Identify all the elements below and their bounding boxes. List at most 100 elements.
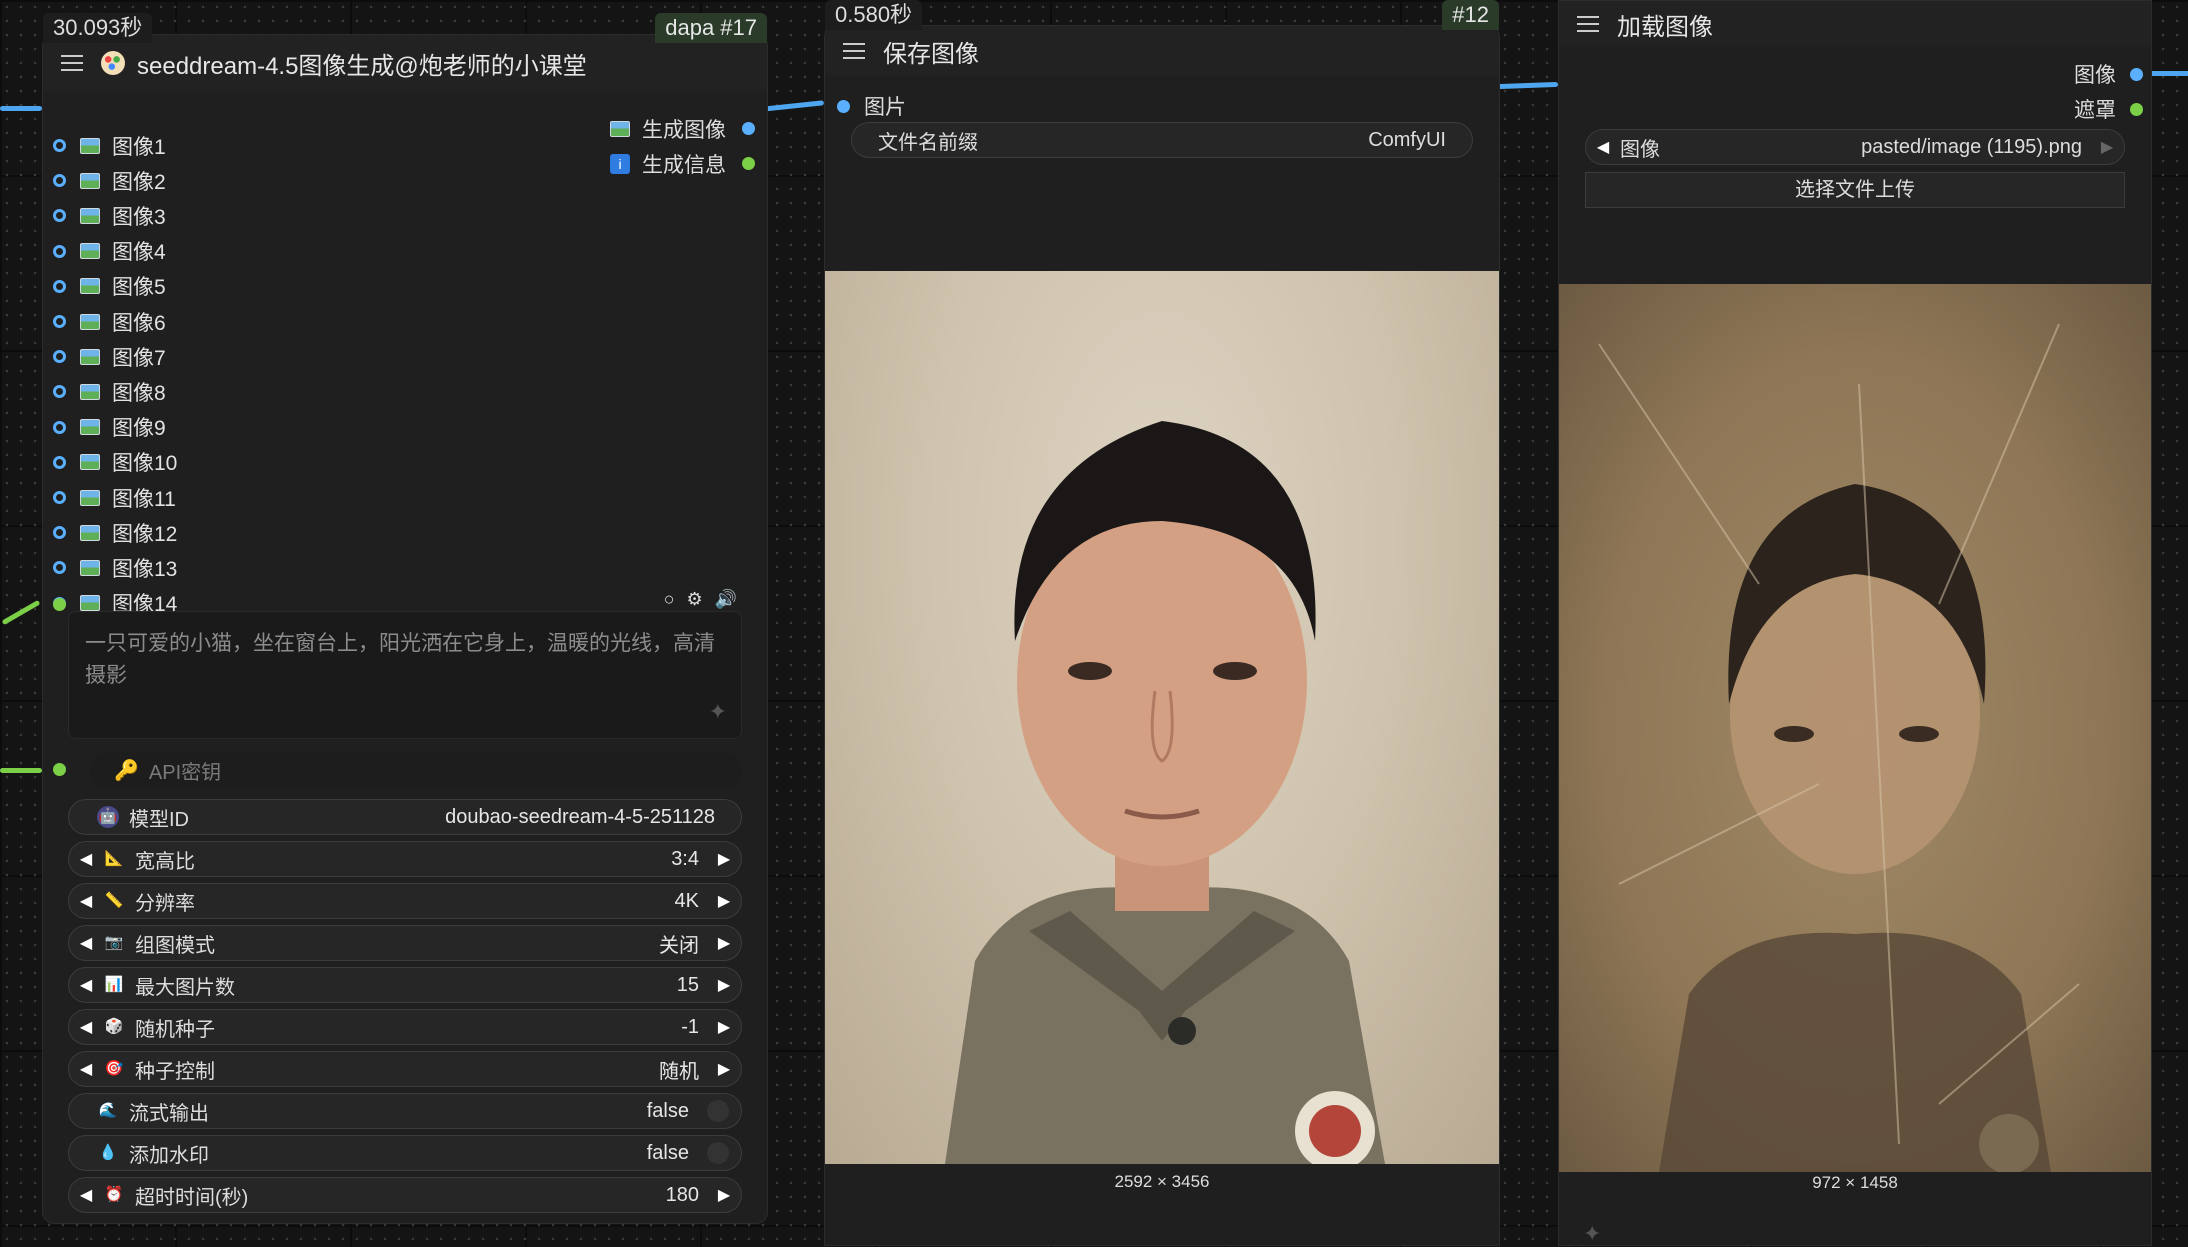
input-image-5[interactable]: 图像5 xyxy=(53,269,166,304)
api-key-socket[interactable] xyxy=(53,763,66,776)
input-image-7[interactable]: 图像7 xyxy=(53,339,166,374)
input-socket[interactable] xyxy=(837,99,850,113)
next-arrow-icon[interactable]: ▶ xyxy=(707,891,741,911)
execution-time-badge: 30.093秒 xyxy=(43,13,153,43)
input-label: 图像3 xyxy=(112,205,166,229)
prev-arrow-icon[interactable]: ◀ xyxy=(69,975,103,995)
output-image[interactable]: 图像 xyxy=(2074,59,2143,89)
widget-value: 关闭 xyxy=(659,934,699,957)
input-image-9[interactable]: 图像9 xyxy=(53,410,166,445)
filename-prefix-field[interactable]: 文件名前缀 ComfyUI xyxy=(851,122,1473,158)
image-file-select[interactable]: ◀ 图像 pasted/image (1195).png ▶ xyxy=(1585,129,2125,165)
next-arrow-icon[interactable]: ▶ xyxy=(707,1017,741,1037)
input-socket[interactable] xyxy=(53,174,66,188)
input-image-4[interactable]: 图像4 xyxy=(53,234,166,269)
input-label: 图像6 xyxy=(112,311,166,335)
input-image-3[interactable]: 图像3 xyxy=(53,198,166,233)
prompt-input-socket[interactable] xyxy=(53,598,66,611)
widget-triangle-ruler[interactable]: ◀ 📐 宽高比 3:4 ▶ xyxy=(68,841,742,877)
menu-icon[interactable] xyxy=(61,55,83,71)
input-image-1[interactable]: 图像1 xyxy=(53,128,166,163)
output-socket[interactable] xyxy=(2130,102,2143,116)
output-generated-image[interactable]: 生成图像 xyxy=(610,111,755,146)
prompt-textarea[interactable]: 一只可爱的小猫，坐在窗台上，阳光洒在它身上，温暖的光线，高清摄影 ✦ xyxy=(68,611,742,739)
output-socket[interactable] xyxy=(742,157,755,170)
input-socket[interactable] xyxy=(53,526,66,540)
input-socket[interactable] xyxy=(53,315,66,328)
widget-droplet[interactable]: 💧 添加水印 false xyxy=(68,1135,742,1171)
widget-dice[interactable]: ◀ 🎲 随机种子 -1 ▶ xyxy=(68,1009,742,1045)
widget-bar-chart[interactable]: ◀ 📊 最大图片数 15 ▶ xyxy=(68,967,742,1003)
sparkle-icon[interactable]: ✦ xyxy=(709,696,727,728)
input-socket[interactable] xyxy=(53,279,66,293)
input-image[interactable]: 图片 xyxy=(837,91,906,121)
field-label: 图像 xyxy=(1620,138,1660,161)
widget-wave[interactable]: 🌊 流式输出 false xyxy=(68,1093,742,1129)
node-title-bar[interactable]: 加载图像 xyxy=(1559,1,2151,47)
next-arrow-icon[interactable]: ▶ xyxy=(707,933,741,953)
field-label: 文件名前缀 xyxy=(878,131,978,154)
node-title-bar[interactable]: 保存图像 xyxy=(825,26,1499,76)
image-icon xyxy=(80,524,100,541)
prev-arrow-icon[interactable]: ◀ xyxy=(69,933,103,953)
api-key-field[interactable]: 🔑 API密钥 xyxy=(90,752,742,788)
next-arrow-icon[interactable]: ▶ xyxy=(707,1185,741,1205)
output-label: 遮罩 xyxy=(2074,99,2116,122)
speaker-icon[interactable]: 🔊 xyxy=(715,589,737,610)
output-mask[interactable]: 遮罩 xyxy=(2074,94,2143,124)
next-arrow-icon[interactable]: ▶ xyxy=(707,1059,741,1079)
input-image-11[interactable]: 图像11 xyxy=(53,480,176,515)
input-socket[interactable] xyxy=(53,209,66,223)
input-image-10[interactable]: 图像10 xyxy=(53,445,177,480)
load-image-node[interactable]: 加载图像 图像 遮罩 ◀ 图像 pasted/image (1195).png … xyxy=(1558,0,2152,1246)
node-title-bar[interactable]: seeddream-4.5图像生成@炮老师的小课堂 xyxy=(43,35,767,91)
prev-arrow-icon[interactable]: ◀ xyxy=(69,1059,103,1079)
prev-arrow-icon[interactable]: ◀ xyxy=(69,891,103,911)
input-image-6[interactable]: 图像6 xyxy=(53,304,166,339)
next-arrow-icon[interactable]: ▶ xyxy=(707,849,741,869)
input-socket[interactable] xyxy=(53,491,66,504)
seedream-node[interactable]: 30.093秒 dapa #17 seeddream-4.5图像生成@炮老师的小… xyxy=(42,13,768,1224)
upload-button[interactable]: 选择文件上传 xyxy=(1585,172,2125,208)
circle-icon[interactable]: ○ xyxy=(664,589,675,610)
widget-alarm-clock[interactable]: ◀ ⏰ 超时时间(秒) 180 ▶ xyxy=(68,1177,742,1213)
prev-arrow-icon[interactable]: ◀ xyxy=(69,1017,103,1037)
input-socket[interactable] xyxy=(53,420,66,434)
widget-ruler[interactable]: ◀ 📏 分辨率 4K ▶ xyxy=(68,883,742,919)
next-arrow-icon[interactable]: ▶ xyxy=(707,975,741,995)
output-socket[interactable] xyxy=(2130,67,2143,81)
input-image-2[interactable]: 图像2 xyxy=(53,163,166,198)
input-image-12[interactable]: 图像12 xyxy=(53,515,177,550)
output-label: 生成信息 xyxy=(642,153,726,177)
widget-label: 宽高比 xyxy=(135,850,195,873)
widget-robot[interactable]: 🤖 模型ID doubao-seedream-4-5-251128 xyxy=(68,799,742,835)
input-socket[interactable] xyxy=(53,244,66,258)
api-key-label: API密钥 xyxy=(148,761,222,784)
prev-arrow-icon[interactable]: ◀ xyxy=(69,849,103,869)
menu-icon[interactable] xyxy=(843,43,865,59)
wire-green-left-2 xyxy=(0,768,42,773)
input-image-13[interactable]: 图像13 xyxy=(53,550,177,585)
sparkle-icon[interactable]: ✦ xyxy=(1583,1221,1601,1247)
output-socket[interactable] xyxy=(742,122,755,135)
widget-camera[interactable]: ◀ 📷 组图模式 关闭 ▶ xyxy=(68,925,742,961)
menu-icon[interactable] xyxy=(1577,16,1599,32)
image-icon xyxy=(80,559,100,576)
widget-target[interactable]: ◀ 🎯 种子控制 随机 ▶ xyxy=(68,1051,742,1087)
input-socket[interactable] xyxy=(53,455,66,469)
toggle-switch[interactable] xyxy=(707,1142,729,1164)
save-image-node[interactable]: 0.580秒 #12 保存图像 图片 文件名前缀 ComfyUI 2592 × … xyxy=(824,0,1500,1246)
input-socket[interactable] xyxy=(53,139,66,152)
input-socket[interactable] xyxy=(53,385,66,399)
toggle-switch[interactable] xyxy=(707,1100,729,1122)
gear-icon[interactable]: ⚙ xyxy=(686,589,702,610)
input-image-8[interactable]: 图像8 xyxy=(53,374,166,409)
prev-arrow-icon[interactable]: ◀ xyxy=(69,1185,103,1205)
output-generated-info[interactable]: i 生成信息 xyxy=(610,146,755,181)
widget-value: 3:4 xyxy=(671,847,699,870)
input-socket[interactable] xyxy=(53,350,66,364)
prev-arrow-icon[interactable]: ◀ xyxy=(1586,137,1620,157)
next-arrow-icon[interactable]: ▶ xyxy=(2090,137,2124,157)
image-icon xyxy=(80,595,100,612)
input-socket[interactable] xyxy=(53,561,66,575)
